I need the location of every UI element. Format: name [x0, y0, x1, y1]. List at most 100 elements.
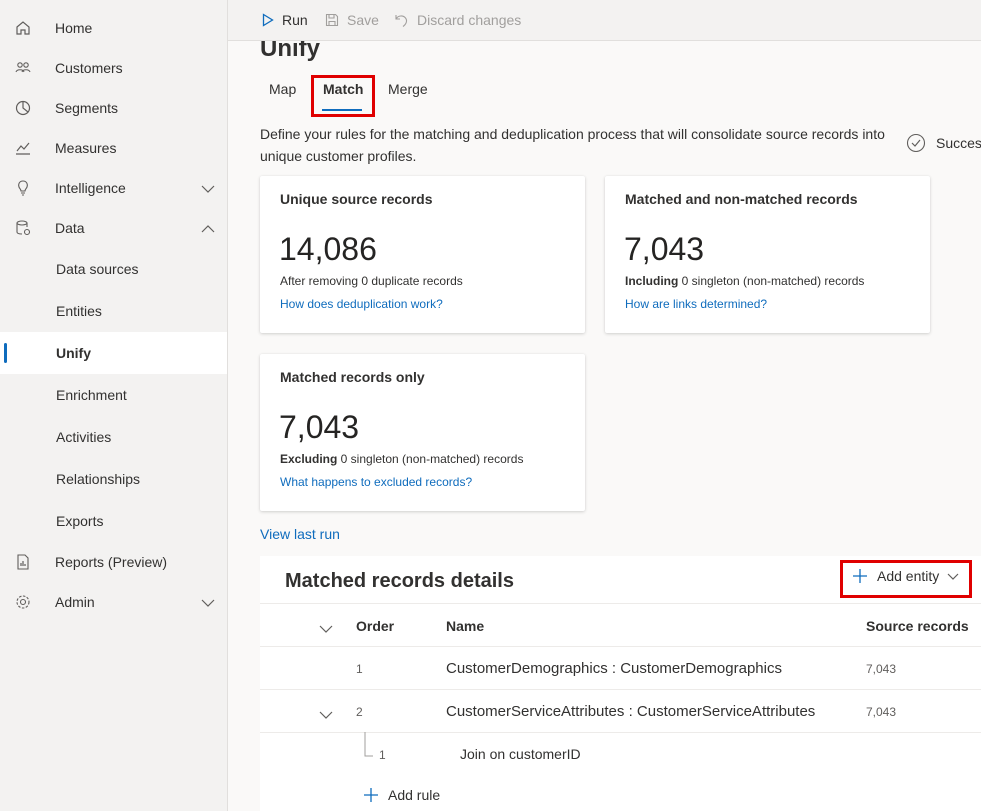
- chevron-down-icon[interactable]: [200, 595, 216, 611]
- nav-reports[interactable]: Reports (Preview): [0, 542, 227, 582]
- chevron-down-icon[interactable]: [200, 181, 216, 197]
- card-help-link[interactable]: How are links determined?: [625, 297, 767, 311]
- rule-order: 1: [379, 748, 386, 762]
- measures-icon: [14, 139, 32, 157]
- discard-label: Discard changes: [417, 12, 522, 28]
- details-title: Matched records details: [285, 570, 514, 592]
- plus-icon: [364, 788, 378, 802]
- run-label: Run: [282, 12, 308, 28]
- card-help-link[interactable]: What happens to excluded records?: [280, 475, 472, 489]
- column-header-order[interactable]: Order: [356, 618, 394, 634]
- nav-intelligence-label: Intelligence: [55, 180, 126, 196]
- segments-icon: [14, 99, 32, 117]
- gear-icon: [14, 593, 32, 611]
- card-title: Matched and non-matched records: [625, 191, 858, 207]
- report-icon: [14, 553, 32, 571]
- checkmark-circle-icon: [906, 133, 926, 153]
- row-order: 1: [356, 662, 363, 676]
- card-value: 7,043: [279, 409, 360, 445]
- card-title: Unique source records: [280, 191, 433, 207]
- card-subtext: Including 0 singleton (non-matched) reco…: [625, 274, 864, 288]
- nav-unify-label: Unify: [56, 345, 91, 361]
- save-button[interactable]: Save: [325, 10, 379, 30]
- data-icon: [14, 219, 32, 237]
- card-subtext-rest: 0 singleton (non-matched) records: [678, 274, 865, 288]
- nav-unify[interactable]: Unify: [0, 332, 227, 374]
- add-rule-button[interactable]: Add rule: [363, 787, 440, 803]
- nav-relationships-label: Relationships: [56, 471, 141, 487]
- expand-row-chevron-icon[interactable]: [319, 707, 333, 723]
- nav-activities-label: Activities: [56, 429, 112, 445]
- nav-measures[interactable]: Measures: [0, 128, 227, 168]
- card-subtext: After removing 0 duplicate records: [280, 274, 463, 288]
- column-header-source-records[interactable]: Source records: [866, 618, 969, 634]
- card-matched-records-only: Matched records only 7,043 Excluding 0 s…: [260, 354, 585, 511]
- row-name: CustomerServiceAttributes : CustomerServ…: [446, 703, 816, 720]
- divider: [260, 646, 981, 647]
- nav-admin[interactable]: Admin: [0, 582, 227, 622]
- active-indicator: [4, 343, 7, 363]
- left-navigation: Home Customers Segments Measures Intelli…: [0, 0, 228, 811]
- run-button[interactable]: Run: [262, 10, 308, 30]
- customers-icon: [14, 59, 32, 77]
- nav-data[interactable]: Data: [0, 208, 227, 248]
- card-help-link[interactable]: How does deduplication work?: [280, 297, 443, 311]
- nav-exports[interactable]: Exports: [0, 500, 227, 542]
- page-description: Define your rules for the matching and d…: [260, 126, 885, 164]
- card-unique-source-records: Unique source records 14,086 After remov…: [260, 176, 585, 333]
- discard-changes-button[interactable]: Discard changes: [394, 10, 521, 30]
- nav-enrichment-label: Enrichment: [56, 387, 127, 403]
- tab-merge[interactable]: Merge: [388, 81, 428, 97]
- nav-enrichment[interactable]: Enrichment: [0, 374, 227, 416]
- row-order: 2: [356, 705, 363, 719]
- divider: [260, 603, 981, 604]
- nav-activities[interactable]: Activities: [0, 416, 227, 458]
- nav-measures-label: Measures: [55, 140, 117, 156]
- card-subtext-bold: Excluding: [280, 452, 338, 466]
- nav-entities[interactable]: Entities: [0, 290, 227, 332]
- nav-segments-label: Segments: [55, 100, 119, 116]
- status-indicator: Success: [906, 133, 981, 153]
- nav-home-label: Home: [55, 20, 93, 36]
- nav-data-sources-label: Data sources: [56, 261, 139, 277]
- highlight-box-add-entity: [840, 560, 972, 598]
- save-label: Save: [347, 12, 379, 28]
- nav-home[interactable]: Home: [0, 8, 227, 48]
- page-title: Unify: [260, 41, 320, 62]
- nav-intelligence[interactable]: Intelligence: [0, 168, 227, 208]
- chevron-up-icon[interactable]: [200, 221, 216, 237]
- view-last-run-link[interactable]: View last run: [260, 526, 340, 542]
- nav-relationships[interactable]: Relationships: [0, 458, 227, 500]
- undo-icon: [395, 14, 408, 27]
- nav-data-label: Data: [55, 220, 85, 236]
- card-subtext-rest: 0 singleton (non-matched) records: [337, 452, 524, 466]
- divider: [260, 689, 981, 690]
- collapse-all-chevron-icon[interactable]: [319, 621, 333, 637]
- row-name: CustomerDemographics : CustomerDemograph…: [446, 660, 782, 677]
- card-subtext: Excluding 0 singleton (non-matched) reco…: [280, 452, 523, 466]
- intelligence-icon: [14, 179, 32, 197]
- command-bar: Run Save Discard changes: [228, 0, 981, 41]
- highlight-box-match-tab: [311, 75, 375, 117]
- nav-data-sources[interactable]: Data sources: [0, 248, 227, 290]
- matched-records-details-panel: Matched records details Add entity Order…: [260, 556, 981, 811]
- nav-entities-label: Entities: [56, 303, 102, 319]
- status-text: Success: [936, 135, 981, 151]
- add-rule-label: Add rule: [388, 787, 441, 803]
- nav-admin-label: Admin: [55, 594, 95, 610]
- row-source-records: 7,043: [866, 705, 897, 719]
- nav-exports-label: Exports: [56, 513, 104, 529]
- card-matched-and-non-matched: Matched and non-matched records 7,043 In…: [605, 176, 930, 333]
- card-subtext-bold: Including: [625, 274, 679, 288]
- nav-customers[interactable]: Customers: [0, 48, 227, 88]
- nav-segments[interactable]: Segments: [0, 88, 227, 128]
- tree-connector-icon: [364, 732, 373, 757]
- home-icon: [14, 19, 32, 37]
- tab-map[interactable]: Map: [269, 81, 296, 97]
- main-content: Unify Map Match Merge Define your rules …: [228, 41, 981, 811]
- card-value: 7,043: [624, 231, 705, 267]
- card-title: Matched records only: [280, 369, 425, 385]
- nav-customers-label: Customers: [55, 60, 123, 76]
- column-header-name[interactable]: Name: [446, 618, 484, 634]
- play-icon: [262, 13, 274, 27]
